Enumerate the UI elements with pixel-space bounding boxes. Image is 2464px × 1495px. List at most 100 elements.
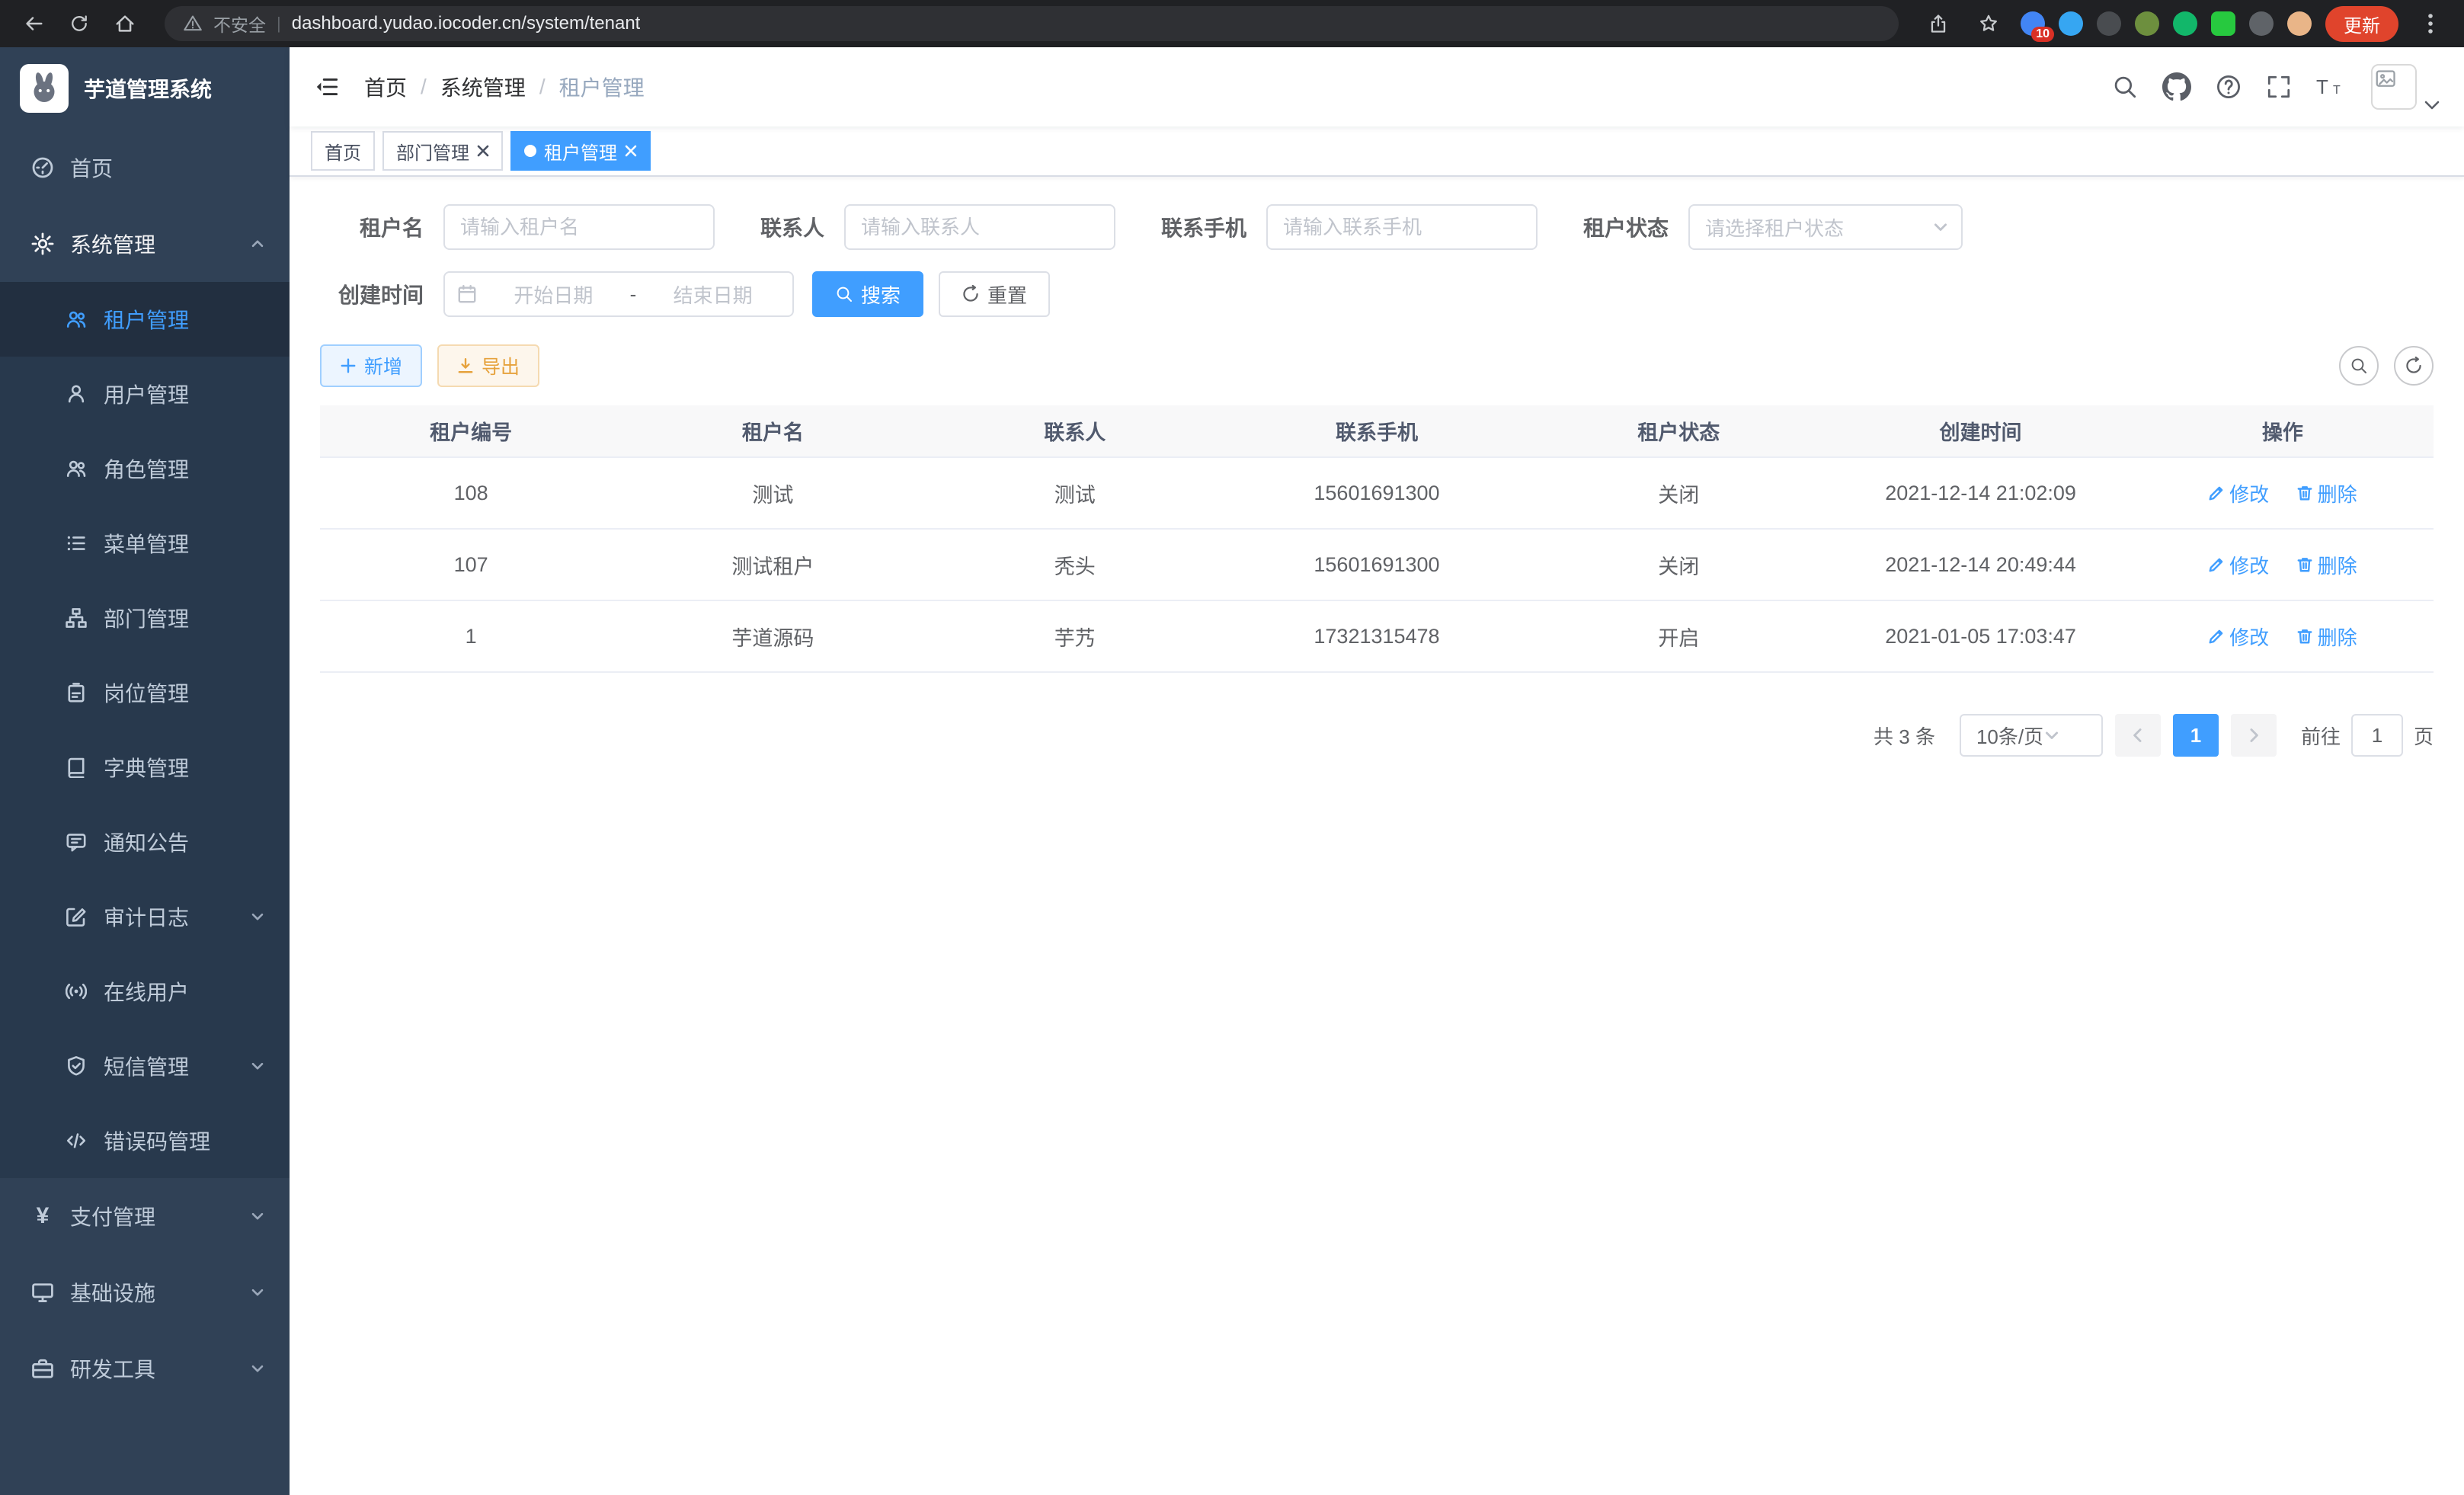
back-icon[interactable] xyxy=(15,5,52,42)
table-header-row: 租户编号 租户名 联系人 联系手机 租户状态 创建时间 操作 xyxy=(320,405,2434,457)
security-label: 不安全 xyxy=(213,11,266,37)
edit-link-label: 修改 xyxy=(2229,623,2269,651)
extension-icon[interactable] xyxy=(2059,11,2083,36)
font-size-icon[interactable]: TT xyxy=(2316,75,2347,98)
extension-icon[interactable]: 10 xyxy=(2021,11,2045,36)
sidebar-item-label: 通知公告 xyxy=(104,827,189,857)
page-number-button[interactable]: 1 xyxy=(2173,714,2219,757)
sidebar: 芋道管理系统 首页 系统管理 xyxy=(0,47,290,1495)
sidebar-item-label: 在线用户 xyxy=(104,976,189,1007)
delete-link[interactable]: 删除 xyxy=(2296,623,2357,651)
home-icon[interactable] xyxy=(107,5,143,42)
filter-label: 租户状态 xyxy=(1583,212,1669,242)
sidebar-item-dept[interactable]: 部门管理 xyxy=(0,581,290,655)
url-separator: | xyxy=(277,14,281,34)
edit-link[interactable]: 修改 xyxy=(2208,623,2269,651)
close-icon[interactable] xyxy=(477,145,489,157)
tenant-name-input[interactable] xyxy=(443,204,715,250)
share-icon[interactable] xyxy=(1920,5,1957,42)
kebab-menu-icon[interactable] xyxy=(2412,5,2449,42)
browser-chrome: 不安全 | dashboard.yudao.iocoder.cn/system/… xyxy=(0,0,2464,47)
address-bar[interactable]: 不安全 | dashboard.yudao.iocoder.cn/system/… xyxy=(165,6,1899,41)
chevron-up-icon xyxy=(250,236,265,251)
tab-home[interactable]: 首页 xyxy=(311,131,375,171)
chevron-down-icon xyxy=(250,1361,265,1376)
puzzle-extension-icon[interactable] xyxy=(2249,11,2274,36)
add-button[interactable]: 新增 xyxy=(320,344,422,387)
filter-contact: 联系人 xyxy=(760,204,1115,250)
sidebar-item-errorcode[interactable]: 错误码管理 xyxy=(0,1103,290,1178)
reset-button[interactable]: 重置 xyxy=(939,271,1050,317)
contact-input[interactable] xyxy=(844,204,1115,250)
goto-unit-label: 页 xyxy=(2414,722,2434,750)
sidebar-item-sms[interactable]: 短信管理 xyxy=(0,1029,290,1103)
sidebar-item-system[interactable]: 系统管理 xyxy=(0,206,290,282)
goto-page-input[interactable] xyxy=(2351,714,2403,757)
users-icon xyxy=(64,309,88,330)
mobile-input[interactable] xyxy=(1266,204,1538,250)
sidebar-item-post[interactable]: 岗位管理 xyxy=(0,655,290,730)
sidebar-item-menu[interactable]: 菜单管理 xyxy=(0,506,290,581)
close-icon[interactable] xyxy=(625,145,637,157)
edit-link[interactable]: 修改 xyxy=(2208,479,2269,507)
date-range-picker[interactable]: 开始日期 - 结束日期 xyxy=(443,271,794,317)
header-actions: TT xyxy=(2112,64,2440,110)
tab-dept[interactable]: 部门管理 xyxy=(382,131,503,171)
export-button[interactable]: 导出 xyxy=(437,344,539,387)
github-icon[interactable] xyxy=(2162,72,2191,101)
browser-update-button[interactable]: 更新 xyxy=(2325,6,2398,42)
sidebar-item-online[interactable]: 在线用户 xyxy=(0,954,290,1029)
breadcrumb-item-system[interactable]: 系统管理 xyxy=(440,72,526,102)
delete-link[interactable]: 删除 xyxy=(2296,479,2357,507)
book-icon xyxy=(64,757,88,778)
tab-tenant[interactable]: 租户管理 xyxy=(510,131,651,171)
fullscreen-icon[interactable] xyxy=(2266,74,2292,100)
extension-icon[interactable] xyxy=(2097,11,2121,36)
toggle-search-button[interactable] xyxy=(2339,346,2379,386)
sidebar-item-label: 菜单管理 xyxy=(104,528,189,559)
delete-link[interactable]: 删除 xyxy=(2296,551,2357,579)
profile-avatar-icon[interactable] xyxy=(2287,11,2312,36)
sidebar-item-infra[interactable]: 基础设施 xyxy=(0,1254,290,1330)
sidebar-item-label: 字典管理 xyxy=(104,752,189,783)
chevron-down-icon xyxy=(250,909,265,924)
sidebar-item-label: 岗位管理 xyxy=(104,677,189,708)
sidebar-item-devtools[interactable]: 研发工具 xyxy=(0,1330,290,1407)
breadcrumb-item-home[interactable]: 首页 xyxy=(364,72,407,102)
extension-icon[interactable] xyxy=(2173,11,2197,36)
shield-icon xyxy=(64,1055,88,1077)
sidebar-item-home[interactable]: 首页 xyxy=(0,130,290,206)
sidebar-item-notice[interactable]: 通知公告 xyxy=(0,805,290,879)
page-size-select[interactable]: 10条/页 xyxy=(1960,714,2103,757)
app-logo-row[interactable]: 芋道管理系统 xyxy=(0,47,290,130)
sidebar-item-dict[interactable]: 字典管理 xyxy=(0,730,290,805)
sidebar-item-tenant[interactable]: 租户管理 xyxy=(0,282,290,357)
refresh-button[interactable] xyxy=(2394,346,2434,386)
tenant-status-select[interactable]: 请选择租户状态 xyxy=(1688,204,1963,250)
cell-contact: 芋艿 xyxy=(924,600,1226,672)
sidebar-item-label: 短信管理 xyxy=(104,1051,189,1081)
sidebar-item-label: 错误码管理 xyxy=(104,1125,210,1156)
reload-icon[interactable] xyxy=(61,5,98,42)
tab-label: 部门管理 xyxy=(396,138,469,165)
search-button[interactable]: 搜索 xyxy=(812,271,923,317)
sidebar-item-payment[interactable]: ¥ 支付管理 xyxy=(0,1178,290,1254)
sidebar-item-label: 租户管理 xyxy=(104,304,189,335)
extension-icon[interactable] xyxy=(2135,11,2159,36)
extension-icon[interactable] xyxy=(2211,11,2235,36)
url-text: dashboard.yudao.iocoder.cn/system/tenant xyxy=(292,13,641,34)
sidebar-item-label: 角色管理 xyxy=(104,453,189,484)
chevron-down-icon xyxy=(1932,219,1949,235)
search-icon[interactable] xyxy=(2112,74,2138,100)
edit-link[interactable]: 修改 xyxy=(2208,551,2269,579)
help-icon[interactable] xyxy=(2216,74,2242,100)
user-menu[interactable] xyxy=(2371,64,2440,110)
prev-page-button[interactable] xyxy=(2115,714,2161,757)
extension-badge: 10 xyxy=(2031,27,2054,42)
next-page-button[interactable] xyxy=(2231,714,2277,757)
sidebar-toggle[interactable] xyxy=(314,74,340,100)
bookmark-star-icon[interactable] xyxy=(1970,5,2007,42)
sidebar-item-user[interactable]: 用户管理 xyxy=(0,357,290,431)
sidebar-item-role[interactable]: 角色管理 xyxy=(0,431,290,506)
sidebar-item-auditlog[interactable]: 审计日志 xyxy=(0,879,290,954)
